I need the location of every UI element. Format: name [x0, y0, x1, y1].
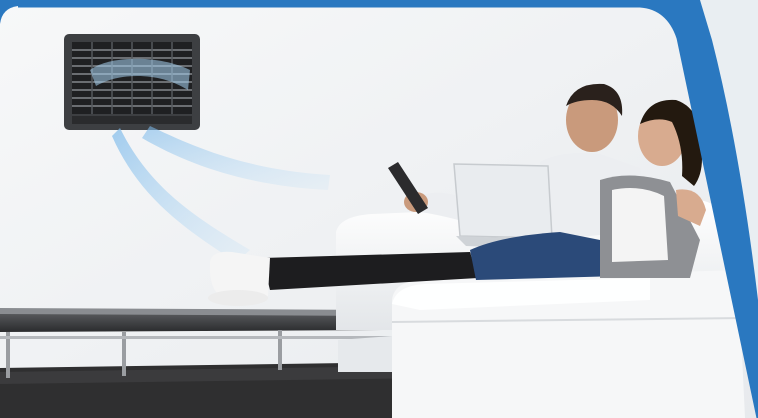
- photo-panel: [0, 6, 758, 418]
- photo-scene: [0, 0, 758, 418]
